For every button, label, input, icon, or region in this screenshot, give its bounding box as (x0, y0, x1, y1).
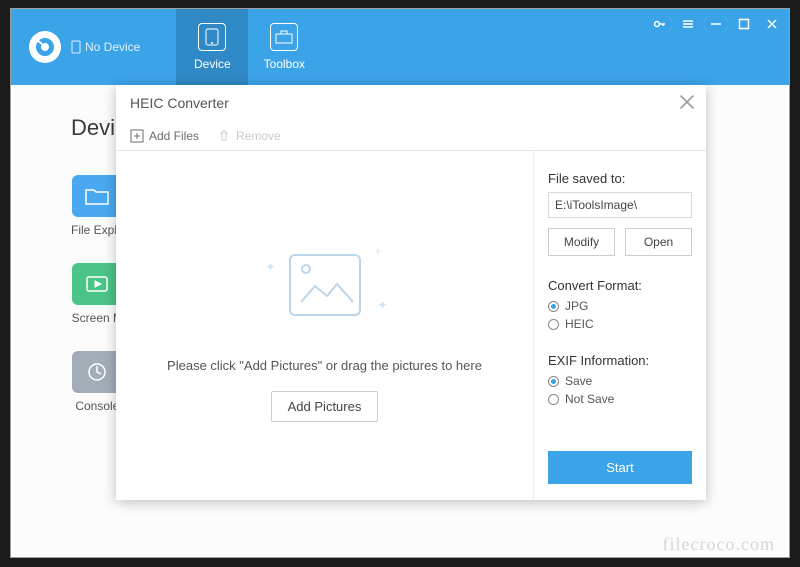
radio-icon (548, 301, 559, 312)
modal-close-button[interactable] (678, 93, 696, 111)
key-icon[interactable] (651, 15, 669, 33)
plus-box-icon (130, 129, 144, 143)
toolbox-tab-icon (270, 23, 298, 51)
open-button[interactable]: Open (625, 228, 692, 256)
drop-area[interactable]: ✦ + ✦ Please click "Add Pictures" or dra… (116, 151, 534, 500)
modify-button[interactable]: Modify (548, 228, 615, 256)
minimize-button[interactable] (707, 15, 725, 33)
phone-icon (71, 40, 81, 54)
play-icon (72, 263, 122, 305)
radio-label: Not Save (565, 392, 614, 406)
add-files-button[interactable]: Add Files (130, 129, 199, 143)
heic-converter-modal: HEIC Converter Add Files Remove ✦ + ✦ (116, 85, 706, 500)
saved-to-label: File saved to: (548, 171, 692, 186)
exif-label: EXIF Information: (548, 353, 692, 368)
logo-area: No Device (11, 9, 158, 85)
device-status-label: No Device (85, 40, 140, 54)
image-placeholder-icon: ✦ + ✦ (260, 230, 390, 340)
watermark: filecroco.com (663, 534, 775, 555)
tab-toolbox-label: Toolbox (264, 57, 305, 71)
tab-device-label: Device (194, 57, 231, 71)
app-window: No Device Device Toolbox (10, 8, 790, 558)
menu-icon[interactable] (679, 15, 697, 33)
modal-header: HEIC Converter (116, 85, 706, 121)
nav-tabs: Device Toolbox (176, 9, 320, 85)
exif-save-radio[interactable]: Save (548, 374, 692, 388)
start-button[interactable]: Start (548, 451, 692, 484)
folder-icon (72, 175, 122, 217)
add-pictures-button[interactable]: Add Pictures (271, 391, 379, 422)
titlebar: No Device Device Toolbox (11, 9, 789, 85)
modal-content: ✦ + ✦ Please click "Add Pictures" or dra… (116, 151, 706, 500)
tool-label: Console (75, 399, 119, 413)
radio-icon (548, 319, 559, 330)
convert-format-label: Convert Format: (548, 278, 692, 293)
remove-label: Remove (236, 129, 281, 143)
modal-toolbar: Add Files Remove (116, 121, 706, 151)
app-logo-icon (29, 31, 61, 63)
radio-label: HEIC (565, 317, 594, 331)
device-status: No Device (71, 40, 140, 54)
remove-button: Remove (217, 129, 281, 143)
side-panel: File saved to: E:\iToolsImage\ Modify Op… (534, 151, 706, 500)
drop-hint: Please click "Add Pictures" or drag the … (167, 358, 482, 373)
radio-icon (548, 376, 559, 387)
radio-label: Save (565, 374, 592, 388)
radio-icon (548, 394, 559, 405)
modal-title: HEIC Converter (130, 95, 229, 111)
close-button[interactable] (763, 15, 781, 33)
trash-icon (217, 129, 231, 143)
console-icon (72, 351, 122, 393)
tab-device[interactable]: Device (176, 9, 248, 85)
saved-path-field[interactable]: E:\iToolsImage\ (548, 192, 692, 218)
exif-not-save-radio[interactable]: Not Save (548, 392, 692, 406)
add-files-label: Add Files (149, 129, 199, 143)
radio-label: JPG (565, 299, 588, 313)
tab-toolbox[interactable]: Toolbox (248, 9, 320, 85)
maximize-button[interactable] (735, 15, 753, 33)
window-controls (651, 15, 781, 33)
format-heic-radio[interactable]: HEIC (548, 317, 692, 331)
device-tab-icon (198, 23, 226, 51)
format-jpg-radio[interactable]: JPG (548, 299, 692, 313)
